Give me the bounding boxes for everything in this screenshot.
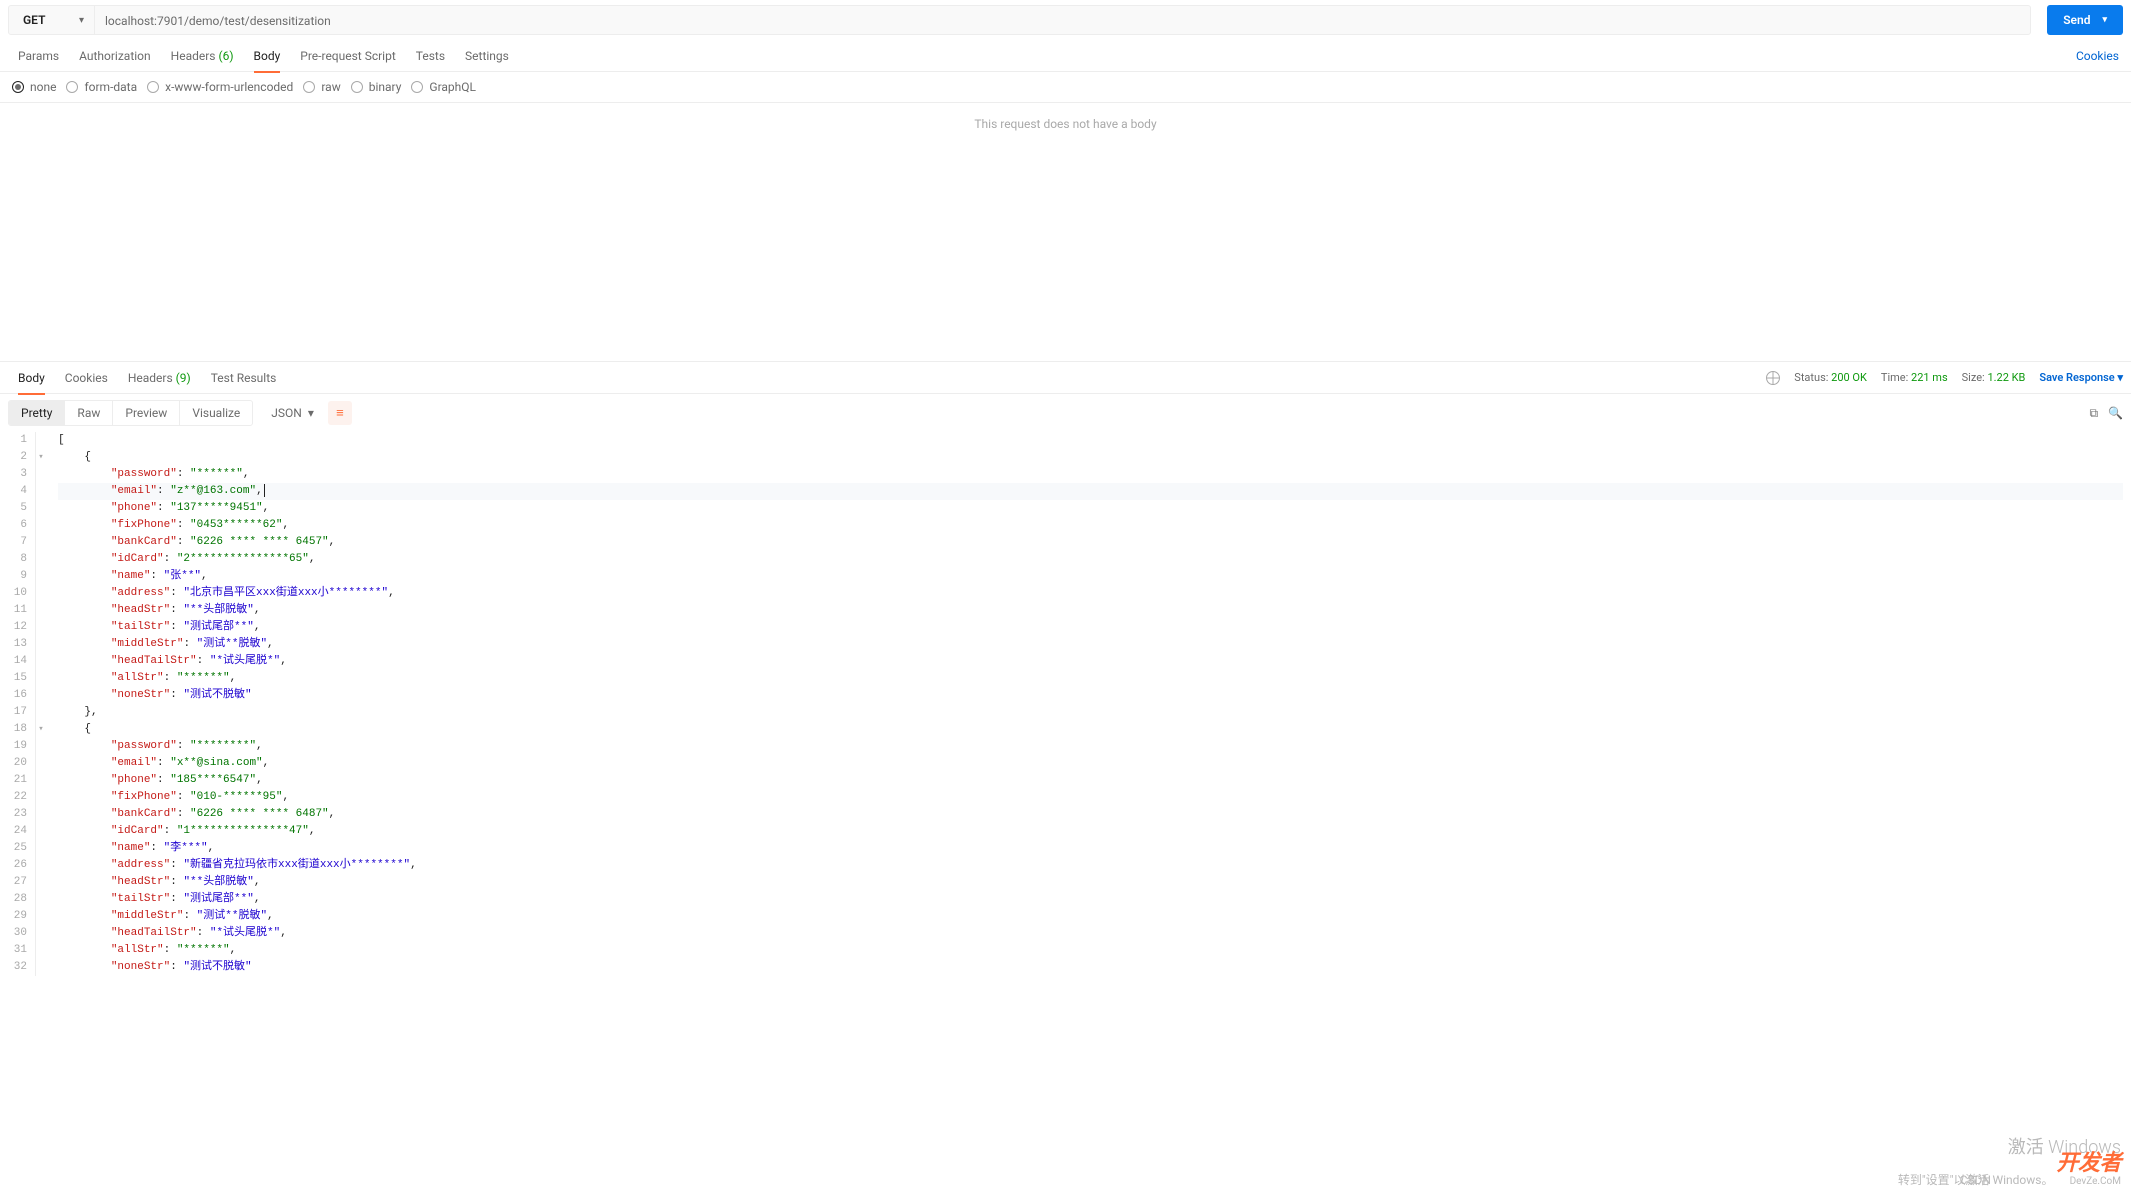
- save-response-link[interactable]: Save Response ▾: [2039, 371, 2123, 384]
- radio-icon: [411, 81, 423, 93]
- radio-icon: [12, 81, 24, 93]
- method-label: GET: [23, 13, 45, 27]
- save-response-label: Save Response: [2039, 371, 2114, 384]
- radio-raw-label: raw: [321, 80, 340, 94]
- resp-tab-test-results[interactable]: Test Results: [201, 362, 287, 394]
- view-tab-group: Pretty Raw Preview Visualize: [8, 400, 253, 426]
- request-bar: GET ▾ localhost:7901/demo/test/desensiti…: [8, 5, 2031, 35]
- tab-headers-label: Headers: [171, 49, 216, 63]
- tab-tests[interactable]: Tests: [406, 40, 455, 72]
- time-label: Time:: [1881, 371, 1908, 384]
- radio-raw[interactable]: raw: [303, 80, 340, 94]
- view-tab-preview[interactable]: Preview: [113, 401, 180, 425]
- request-tabs: Params Authorization Headers (6) Body Pr…: [0, 40, 2131, 72]
- radio-icon: [66, 81, 78, 93]
- tab-prerequest[interactable]: Pre-request Script: [290, 40, 405, 72]
- send-button[interactable]: Send ▾: [2047, 5, 2123, 35]
- tab-authorization[interactable]: Authorization: [69, 40, 161, 72]
- headers-count: (6): [218, 49, 233, 63]
- chevron-down-icon[interactable]: ▾: [2102, 15, 2107, 25]
- tab-headers[interactable]: Headers (6): [161, 40, 244, 72]
- watermark: 激活 Windows 转到"设置"以激活 Windows。 开发者 DevZe.…: [1898, 1140, 2121, 1190]
- radio-formdata-label: form-data: [84, 80, 137, 94]
- view-tab-raw[interactable]: Raw: [65, 401, 113, 425]
- size-label: Size:: [1962, 371, 1985, 384]
- radio-icon: [303, 81, 315, 93]
- search-icon[interactable]: 🔍: [2108, 406, 2123, 421]
- size-value: 1.22 KB: [1987, 371, 2025, 384]
- response-body-editor[interactable]: 1234567891011121314151617181920212223242…: [0, 432, 2131, 976]
- radio-graphql[interactable]: GraphQL: [411, 80, 476, 94]
- radio-none-label: none: [30, 80, 56, 94]
- radio-binary[interactable]: binary: [351, 80, 402, 94]
- copy-icon[interactable]: ⧉: [2089, 406, 2098, 421]
- watermark-brand: 开发者: [2056, 1151, 2121, 1176]
- resp-headers-count: (9): [176, 371, 191, 385]
- chevron-down-icon: ▾: [2117, 371, 2123, 384]
- chevron-down-icon: ▾: [308, 406, 314, 420]
- url-input[interactable]: localhost:7901/demo/test/desensitization: [95, 6, 2030, 34]
- radio-xform[interactable]: x-www-form-urlencoded: [147, 80, 293, 94]
- code-content[interactable]: [ { "password": "******", "email": "z**@…: [50, 432, 2131, 976]
- radio-icon: [351, 81, 363, 93]
- format-label: JSON: [271, 406, 302, 420]
- line-gutter: 1234567891011121314151617181920212223242…: [0, 432, 36, 976]
- radio-icon: [147, 81, 159, 93]
- format-select[interactable]: JSON ▾: [263, 401, 322, 425]
- request-body-panel: This request does not have a body: [0, 103, 2131, 361]
- resp-tab-headers[interactable]: Headers (9): [118, 362, 201, 394]
- method-select[interactable]: GET ▾: [9, 6, 95, 34]
- view-tabs-row: Pretty Raw Preview Visualize JSON ▾ ≡ ⧉ …: [0, 394, 2131, 432]
- time-value: 221 ms: [1911, 371, 1948, 384]
- cookies-link[interactable]: Cookies: [2076, 49, 2123, 63]
- response-tabs-row: Body Cookies Headers (9) Test Results St…: [0, 362, 2131, 394]
- radio-xform-label: x-www-form-urlencoded: [165, 80, 293, 94]
- body-type-radios: none form-data x-www-form-urlencoded raw…: [0, 72, 2131, 103]
- fold-column[interactable]: ▾▾: [36, 432, 50, 976]
- wrap-lines-icon[interactable]: ≡: [328, 401, 352, 425]
- radio-graphql-label: GraphQL: [429, 80, 476, 94]
- tab-settings[interactable]: Settings: [455, 40, 519, 72]
- radio-binary-label: binary: [369, 80, 402, 94]
- chevron-down-icon: ▾: [79, 15, 84, 26]
- status-value: 200 OK: [1831, 371, 1867, 384]
- view-tab-pretty[interactable]: Pretty: [9, 401, 65, 425]
- resp-headers-label: Headers: [128, 371, 173, 385]
- watermark-brand-sub: DevZe.CoM: [2056, 1174, 2121, 1190]
- status-label: Status:: [1794, 371, 1828, 384]
- tab-body[interactable]: Body: [244, 40, 291, 72]
- size-meta: Size: 1.22 KB: [1962, 371, 2026, 384]
- empty-body-message: This request does not have a body: [0, 103, 2131, 145]
- view-tab-visualize[interactable]: Visualize: [180, 401, 252, 425]
- send-label: Send: [2063, 13, 2090, 27]
- resp-tab-cookies[interactable]: Cookies: [55, 362, 118, 394]
- watermark-csdn: CSDN: [1960, 1172, 1991, 1188]
- resp-tab-body[interactable]: Body: [8, 362, 55, 394]
- time-meta: Time: 221 ms: [1881, 371, 1948, 384]
- response-meta: Status: 200 OK Time: 221 ms Size: 1.22 K…: [1766, 371, 2123, 385]
- watermark-line2: 转到"设置"以激活 Windows。 开发者 DevZe.CoM: [1898, 1156, 2121, 1190]
- status-meta: Status: 200 OK: [1794, 371, 1867, 384]
- radio-formdata[interactable]: form-data: [66, 80, 137, 94]
- globe-icon[interactable]: [1766, 371, 1780, 385]
- radio-none[interactable]: none: [12, 80, 56, 94]
- watermark-line1: 激活 Windows: [1898, 1140, 2121, 1156]
- tab-params[interactable]: Params: [8, 40, 69, 72]
